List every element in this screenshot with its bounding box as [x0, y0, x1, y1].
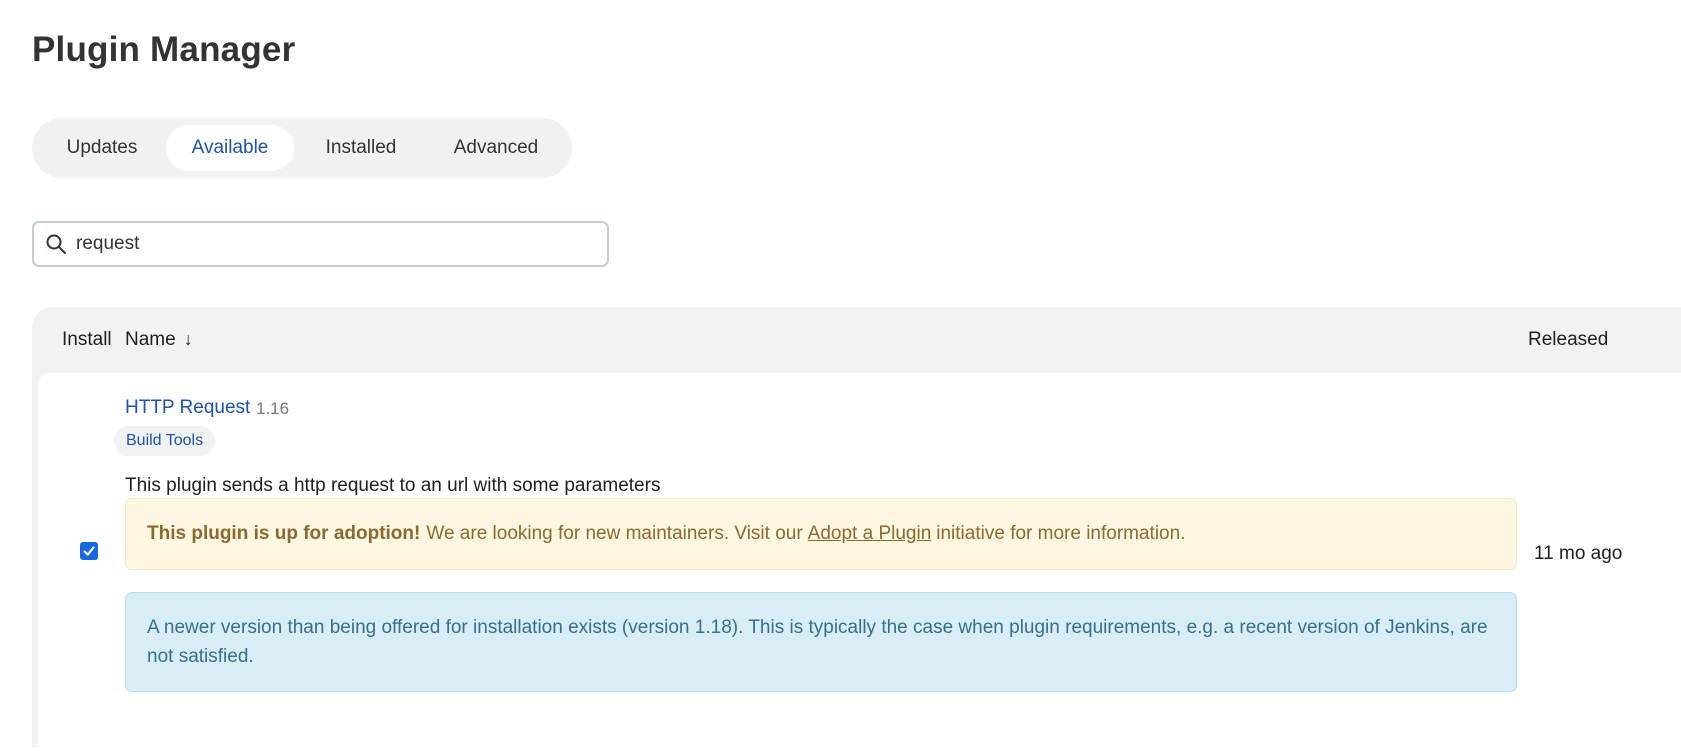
tab-installed[interactable]: Installed	[294, 125, 428, 171]
page-title: Plugin Manager	[32, 30, 296, 69]
tab-updates[interactable]: Updates	[38, 125, 166, 171]
plugin-name-link[interactable]: HTTP Request	[125, 397, 250, 419]
sort-arrow-icon: ↓	[183, 329, 193, 349]
plugin-version: 1.16	[256, 399, 290, 418]
tab-bar: Updates Available Installed Advanced	[32, 118, 572, 178]
adoption-alert: This plugin is up for adoption! We are l…	[125, 498, 1517, 570]
adoption-alert-text: We are looking for new maintainers. Visi…	[426, 523, 803, 544]
column-header-released[interactable]: Released	[1528, 329, 1608, 351]
column-header-install: Install	[62, 329, 112, 350]
search-box	[32, 221, 609, 267]
adoption-alert-title: This plugin is up for adoption!	[147, 523, 421, 544]
released-value: 11 mo ago	[1534, 543, 1623, 564]
plugins-table: Install Name ↓ Released HTTP Request 1.16…	[32, 307, 1681, 753]
column-header-name[interactable]: Name ↓	[125, 329, 193, 351]
search-input[interactable]	[76, 233, 556, 255]
install-checkbox[interactable]	[80, 542, 98, 560]
newer-version-alert: A newer version than being offered for i…	[125, 592, 1517, 692]
adoption-alert-suffix: initiative for more information.	[936, 523, 1186, 544]
adopt-plugin-link[interactable]: Adopt a Plugin	[808, 523, 932, 545]
column-header-name-label: Name	[125, 329, 176, 350]
category-tag[interactable]: Build Tools	[114, 426, 216, 456]
tab-available[interactable]: Available	[166, 125, 294, 171]
tab-advanced[interactable]: Advanced	[428, 125, 564, 171]
checkmark-icon	[83, 546, 95, 556]
plugin-excerpt: This plugin sends a http request to an u…	[125, 475, 661, 496]
search-icon	[46, 234, 66, 254]
table-row: HTTP Request 1.16 Build Tools This plugi…	[38, 373, 1681, 753]
